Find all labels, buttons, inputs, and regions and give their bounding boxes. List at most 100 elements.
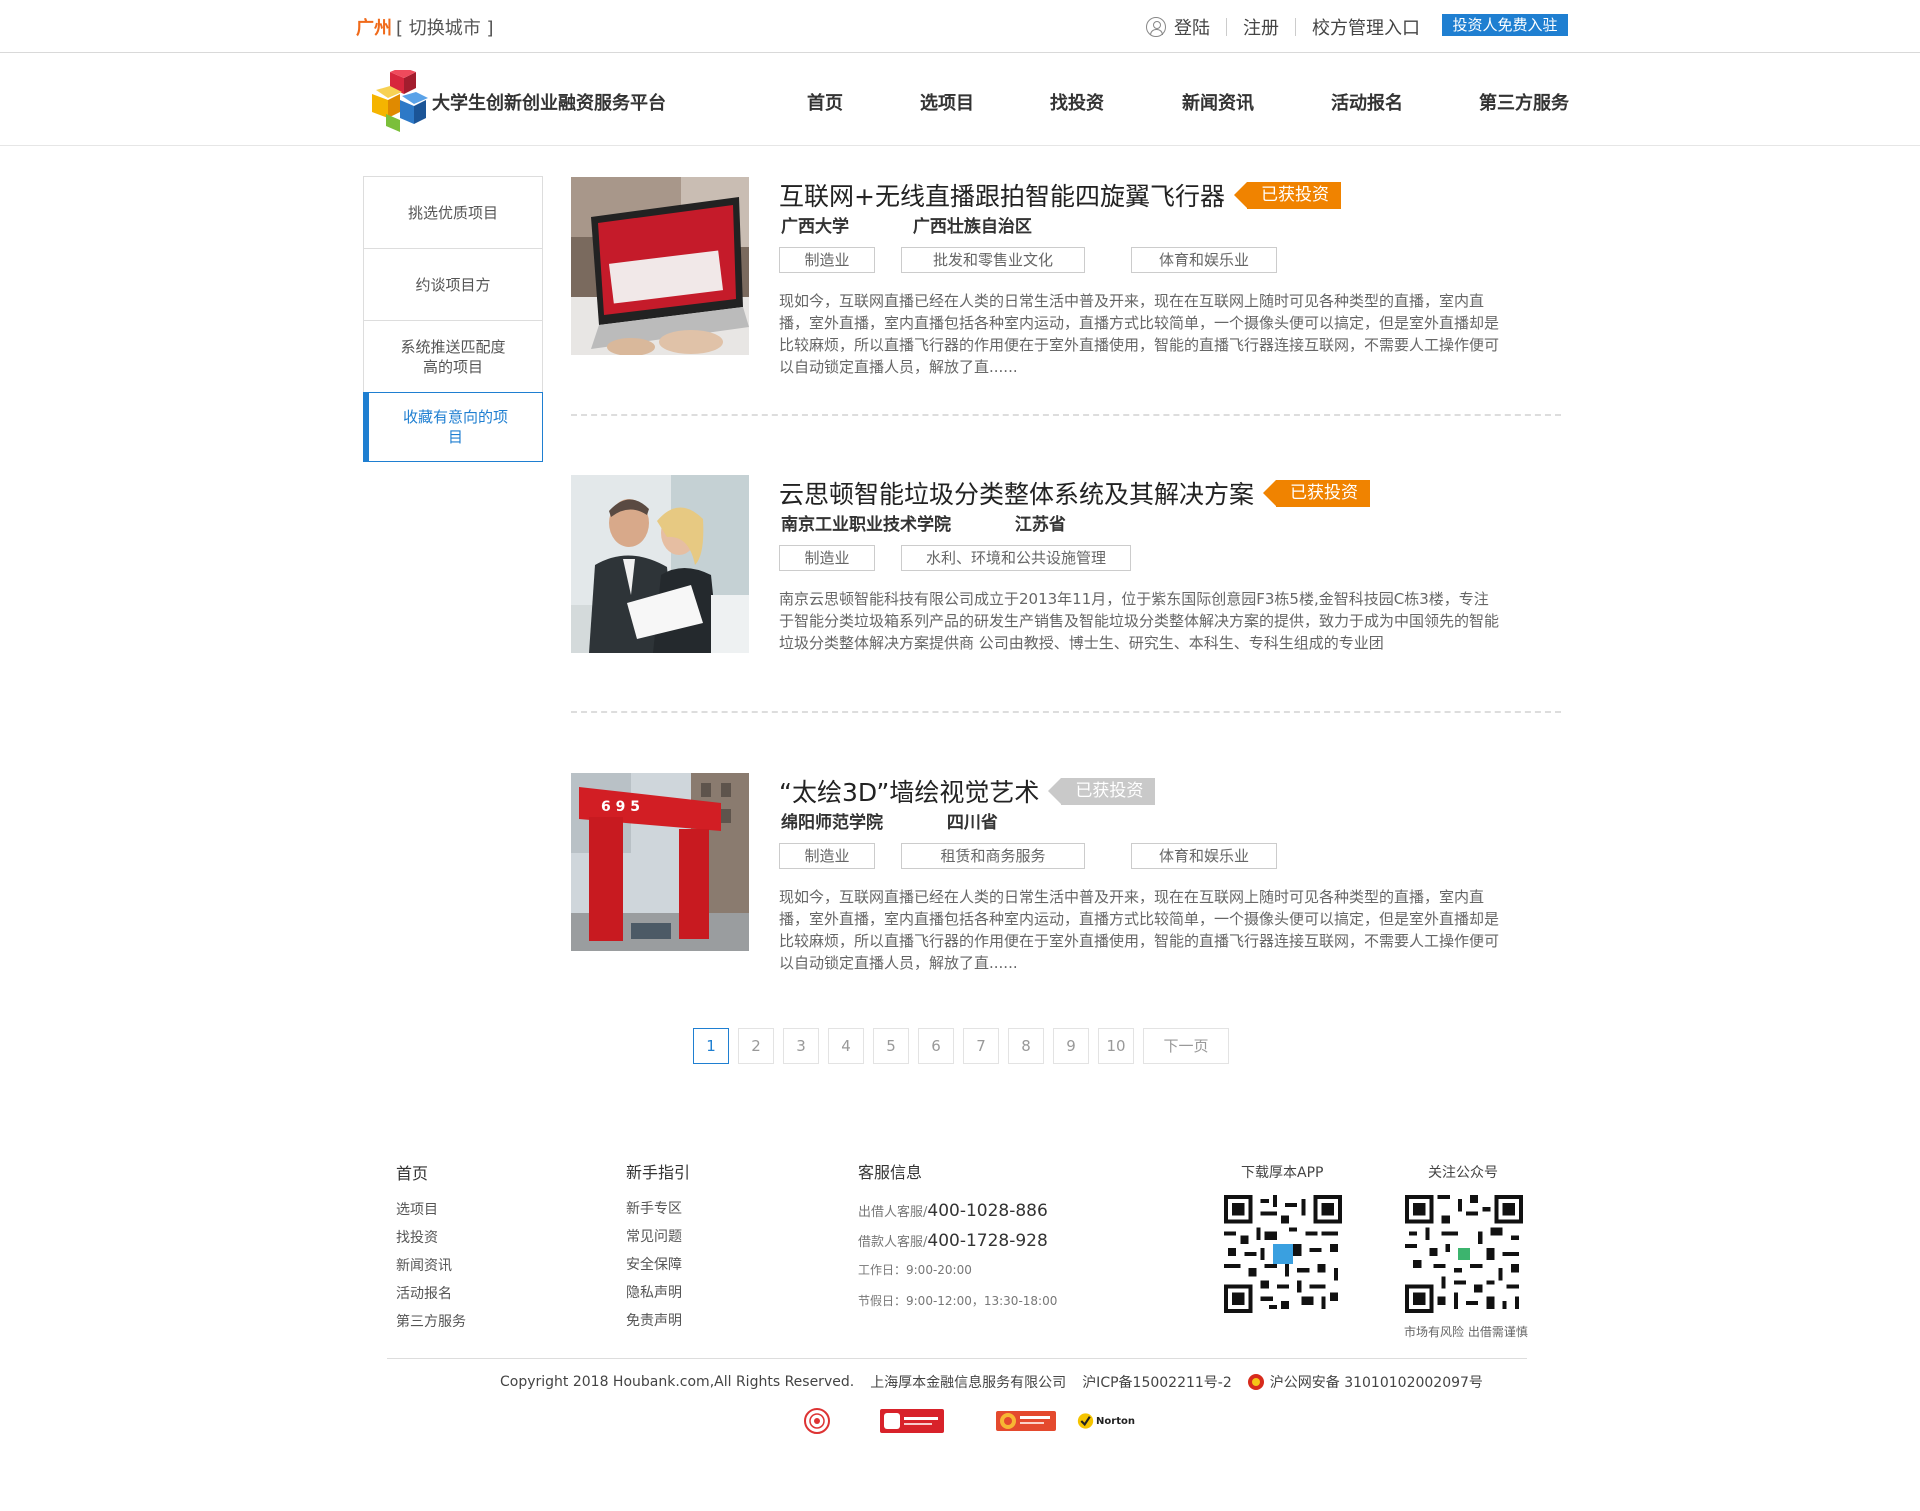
borrower-phone: 400-1728-928	[927, 1231, 1048, 1251]
page-button-5[interactable]: 5	[873, 1028, 909, 1064]
lender-phone: 400-1028-886	[927, 1201, 1048, 1221]
holiday-hours: 节假日：9:00-12:00，13:30-18:00	[858, 1294, 1058, 1308]
svg-text:6 9 5: 6 9 5	[601, 799, 640, 815]
school-admin-link[interactable]: 校方管理入口	[1312, 14, 1420, 40]
lender-service: 出借人客服/400-1028-886	[858, 1201, 1048, 1221]
copyright-text: Copyright 2018 Houbank.com,All Rights Re…	[500, 1374, 855, 1390]
nav-third-party[interactable]: 第三方服务	[1479, 89, 1569, 115]
red-seal-cert-icon[interactable]	[802, 1407, 832, 1435]
pagination: 1 2 3 4 5 6 7 8 9 10 下一页	[693, 1028, 1238, 1064]
footer-link[interactable]: 新闻资讯	[396, 1258, 466, 1274]
project-description: 现如今，互联网直播已经在人类的日常生活中普及开来，现在在互联网上随时可见各种类型…	[779, 888, 1500, 972]
investor-join-button[interactable]: 投资人免费入驻	[1442, 14, 1568, 36]
city-selector[interactable]: 广州[ 切换城市 ]	[356, 14, 494, 40]
project-title[interactable]: 云思顿智能垃圾分类整体系统及其解决方案 已获投资	[779, 475, 1371, 511]
project-tags: 制造业 租赁和商务服务 体育和娱乐业	[779, 843, 1277, 869]
project-title[interactable]: 互联网+无线直播跟拍智能四旋翼飞行器 已获投资	[779, 177, 1341, 213]
app-download-label: 下载厚本APP	[1241, 1165, 1324, 1181]
sidebar-item-matched-projects[interactable]: 系统推送匹配度高的项目	[364, 321, 542, 393]
project-region: 广西壮族自治区	[912, 217, 1032, 237]
footer-col-guide: 新手指引 新手专区 常见问题 安全保障 隐私声明 免责声明	[626, 1159, 690, 1341]
wechat-follow-label: 关注公众号	[1428, 1165, 1498, 1181]
site-logo[interactable]	[366, 70, 430, 132]
project-thumbnail-gate[interactable]: 6 9 5	[571, 773, 749, 951]
project-thumbnail-meeting[interactable]	[571, 475, 749, 653]
project-card[interactable]: 云思顿智能垃圾分类整体系统及其解决方案 已获投资 南京工业职业技术学院 江苏省 …	[571, 475, 1561, 675]
nav-investment[interactable]: 找投资	[1050, 89, 1104, 115]
tag[interactable]: 制造业	[779, 545, 875, 571]
footer-link[interactable]: 常见问题	[626, 1229, 690, 1245]
tag[interactable]: 租赁和商务服务	[901, 843, 1085, 869]
project-tags: 制造业 批发和零售业文化 体育和娱乐业	[779, 247, 1277, 273]
footer-link[interactable]: 选项目	[396, 1202, 466, 1218]
nav-events[interactable]: 活动报名	[1331, 89, 1403, 115]
page-button-3[interactable]: 3	[783, 1028, 819, 1064]
tag[interactable]: 体育和娱乐业	[1131, 247, 1277, 273]
project-school: 绵阳师范学院	[781, 813, 883, 833]
site-title[interactable]: 大学生创新创业融资服务平台	[432, 89, 666, 115]
current-city: 广州	[356, 18, 392, 39]
tag[interactable]: 制造业	[779, 843, 875, 869]
footer-link[interactable]: 隐私声明	[626, 1285, 690, 1301]
project-description: 现如今，互联网直播已经在人类的日常生活中普及开来，现在在互联网上随时可见各种类型…	[779, 292, 1500, 376]
project-title-text[interactable]: 互联网+无线直播跟拍智能四旋翼飞行器	[779, 177, 1225, 213]
nav-news[interactable]: 新闻资讯	[1182, 89, 1254, 115]
nav-home[interactable]: 首页	[807, 89, 843, 115]
page-button-1[interactable]: 1	[693, 1028, 729, 1064]
footer-link[interactable]: 第三方服务	[396, 1314, 466, 1330]
page-button-6[interactable]: 6	[918, 1028, 954, 1064]
trusted-site-cert-icon[interactable]	[880, 1407, 944, 1435]
icp-number[interactable]: 沪ICP备15002211号-2	[1082, 1372, 1232, 1392]
police-record[interactable]: 沪公网安备 31010102002097号	[1270, 1372, 1483, 1392]
footer-link[interactable]: 新手专区	[626, 1201, 690, 1217]
footer-link[interactable]: 安全保障	[626, 1257, 690, 1273]
project-region: 四川省	[946, 813, 998, 833]
project-title[interactable]: “太绘3D”墙绘视觉艺术 已获投资	[779, 773, 1156, 809]
project-meta: 广西大学 广西壮族自治区	[781, 212, 1032, 237]
app-qr-code	[1224, 1195, 1342, 1313]
switch-city-link[interactable]: [ 切换城市 ]	[396, 18, 494, 39]
project-title-text[interactable]: “太绘3D”墙绘视觉艺术	[779, 773, 1039, 809]
sidebar-item-meet-projects[interactable]: 约谈项目方	[364, 249, 542, 321]
project-title-text[interactable]: 云思顿智能垃圾分类整体系统及其解决方案	[779, 475, 1254, 511]
footer-link[interactable]: 活动报名	[396, 1286, 466, 1302]
project-region: 江苏省	[1014, 515, 1066, 535]
sidebar-menu: 挑选优质项目 约谈项目方 系统推送匹配度高的项目 收藏有意向的项目	[363, 176, 543, 462]
register-link[interactable]: 注册	[1243, 14, 1279, 40]
page-button-4[interactable]: 4	[828, 1028, 864, 1064]
sidebar-item-favorites[interactable]: 收藏有意向的项目	[363, 392, 543, 462]
login-link[interactable]: 登陆	[1174, 14, 1210, 40]
norton-cert[interactable]: Norton	[1077, 1407, 1135, 1435]
status-badge: 已获投资	[1233, 181, 1341, 209]
project-school: 广西大学	[781, 217, 849, 237]
norton-check-icon	[1077, 1413, 1094, 1429]
page-button-2[interactable]: 2	[738, 1028, 774, 1064]
page-button-7[interactable]: 7	[963, 1028, 999, 1064]
divider	[1226, 18, 1227, 36]
credit-site-cert-icon[interactable]	[996, 1407, 1056, 1435]
footer-service-info: 客服信息 出借人客服/400-1028-886 借款人客服/400-1728-9…	[858, 1159, 1057, 1323]
project-card[interactable]: 6 9 5 “太绘3D”墙绘视觉艺术 已获投资 绵阳师范学院 四川省 制造业 租…	[571, 773, 1561, 973]
footer-link[interactable]: 免责声明	[626, 1313, 690, 1329]
tag[interactable]: 水利、环境和公共设施管理	[901, 545, 1131, 571]
divider	[571, 711, 1561, 713]
page-button-8[interactable]: 8	[1008, 1028, 1044, 1064]
project-card[interactable]: 互联网+无线直播跟拍智能四旋翼飞行器 已获投资 广西大学 广西壮族自治区 制造业…	[571, 177, 1561, 377]
footer-heading[interactable]: 首页	[396, 1160, 466, 1184]
nav-projects[interactable]: 选项目	[920, 89, 974, 115]
sidebar-item-select-projects[interactable]: 挑选优质项目	[364, 177, 542, 249]
page-button-9[interactable]: 9	[1053, 1028, 1089, 1064]
footer-heading: 新手指引	[626, 1163, 691, 1182]
footer-link[interactable]: 找投资	[396, 1230, 466, 1246]
project-thumbnail-laptop[interactable]	[571, 177, 749, 355]
next-page-button[interactable]: 下一页	[1143, 1028, 1229, 1064]
project-school: 南京工业职业技术学院	[781, 515, 951, 535]
tag[interactable]: 体育和娱乐业	[1131, 843, 1277, 869]
risk-warning: 市场有风险 出借需谨慎	[1404, 1325, 1528, 1339]
wechat-qr-code	[1405, 1195, 1523, 1313]
project-meta: 绵阳师范学院 四川省	[781, 808, 998, 833]
tag[interactable]: 制造业	[779, 247, 875, 273]
page-button-10[interactable]: 10	[1098, 1028, 1134, 1064]
tag[interactable]: 批发和零售业文化	[901, 247, 1085, 273]
project-tags: 制造业 水利、环境和公共设施管理	[779, 545, 1131, 571]
